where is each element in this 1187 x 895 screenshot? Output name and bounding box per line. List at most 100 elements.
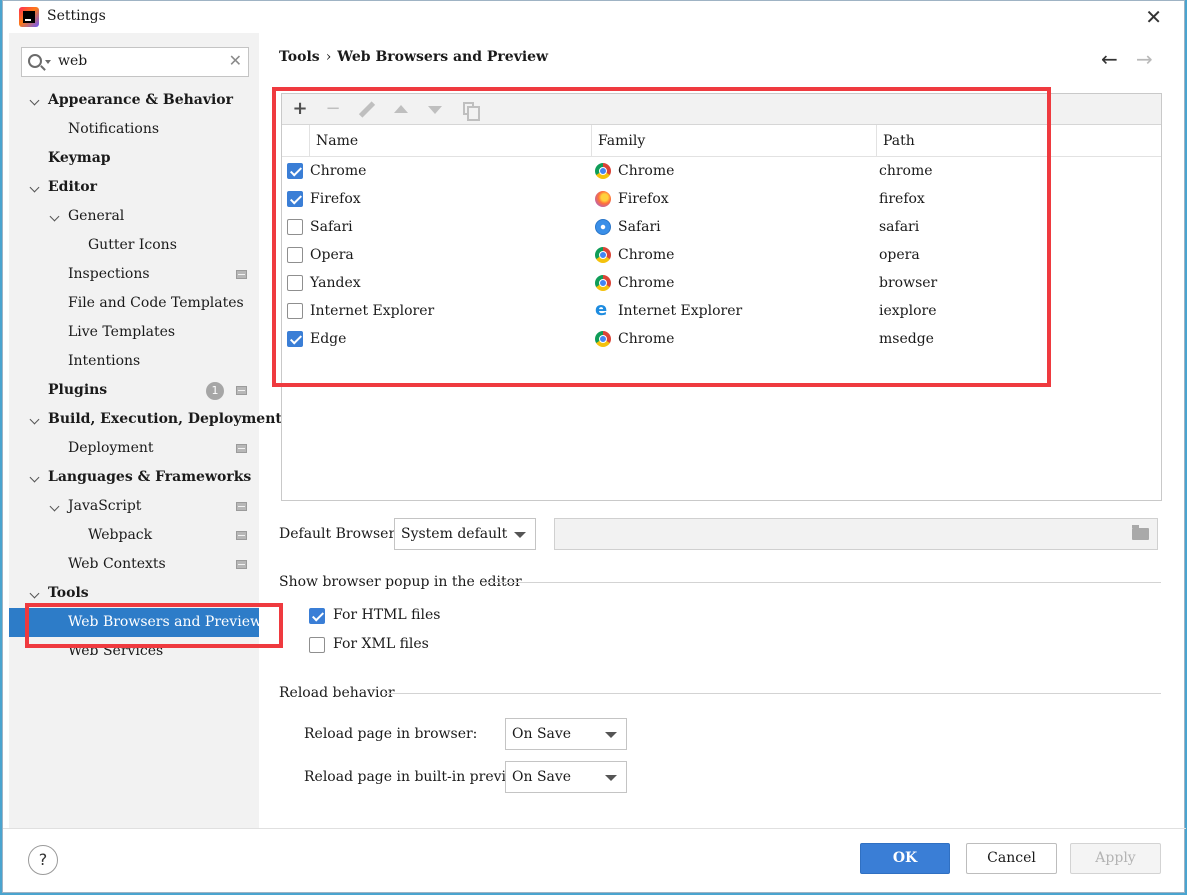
sidebar-item-label: Live Templates — [68, 324, 176, 340]
browser-active-checkbox[interactable] — [287, 163, 303, 179]
browser-path-cell[interactable]: opera — [879, 241, 920, 269]
browser-family-cell[interactable]: Firefox — [618, 185, 669, 213]
browser-path-cell[interactable]: iexplore — [879, 297, 937, 325]
browser-name-cell[interactable]: Firefox — [310, 185, 361, 213]
browser-family-cell[interactable]: Chrome — [618, 325, 674, 353]
column-header-name[interactable]: Name — [310, 125, 592, 157]
chevron-down-icon[interactable] — [29, 414, 40, 425]
chevron-down-icon[interactable] — [29, 182, 40, 193]
browsers-table: + − Name Family Path Chrome Chrome chrome F… — [281, 93, 1162, 501]
sidebar-item-label: Appearance & Behavior — [48, 92, 234, 108]
browser-active-checkbox[interactable] — [287, 191, 303, 207]
remove-icon: − — [325, 98, 341, 119]
sidebar-item-label: Languages & Frameworks — [48, 469, 252, 485]
for-xml-files-label[interactable]: For XML files — [333, 636, 429, 652]
table-row[interactable]: Opera Chrome opera — [282, 241, 1161, 269]
sidebar-item-keymap[interactable]: Keymap — [9, 144, 259, 173]
move-down-icon — [423, 97, 447, 121]
edit-pencil-icon — [355, 97, 379, 121]
sidebar-item-webpack[interactable]: Webpack — [9, 521, 259, 550]
for-html-files-label[interactable]: For HTML files — [333, 607, 440, 623]
ok-button[interactable]: OK — [860, 843, 950, 874]
close-icon[interactable]: ✕ — [1145, 5, 1162, 29]
sidebar-item-label: Keymap — [48, 150, 111, 166]
browser-path-cell[interactable]: msedge — [879, 325, 934, 353]
reload-browser-select[interactable]: On Save — [505, 718, 627, 750]
back-arrow-icon[interactable]: ← — [1101, 47, 1118, 71]
sidebar-item-general[interactable]: General — [9, 202, 259, 231]
search-input[interactable]: web ✕ — [21, 47, 249, 77]
column-header-path[interactable]: Path — [877, 125, 1161, 157]
browser-family-cell[interactable]: Chrome — [618, 269, 674, 297]
search-icon — [28, 54, 42, 68]
help-button[interactable]: ? — [28, 845, 58, 875]
for-xml-files-checkbox[interactable] — [309, 637, 325, 653]
table-toolbar: + − — [282, 94, 1161, 125]
sidebar-item-javascript[interactable]: JavaScript — [9, 492, 259, 521]
browser-family-cell[interactable]: Safari — [618, 213, 661, 241]
sidebar-item-web-browsers-and-preview[interactable]: Web Browsers and Preview — [9, 608, 262, 637]
browser-active-checkbox[interactable] — [287, 247, 303, 263]
chevron-down-icon[interactable] — [45, 60, 51, 64]
table-row[interactable]: Edge Chrome msedge — [282, 325, 1161, 353]
sidebar-item-intentions[interactable]: Intentions — [9, 347, 259, 376]
cancel-button[interactable]: Cancel — [966, 843, 1057, 874]
chevron-down-icon[interactable] — [29, 95, 40, 106]
column-header-family[interactable]: Family — [592, 125, 877, 157]
browser-name-cell[interactable]: Chrome — [310, 157, 366, 185]
sidebar-item-label: Plugins — [48, 382, 108, 398]
browser-path-cell[interactable]: safari — [879, 213, 919, 241]
sidebar-item-label: General — [68, 208, 125, 224]
sidebar-item-editor[interactable]: Editor — [9, 173, 259, 202]
reload-preview-select[interactable]: On Save — [505, 761, 627, 793]
browser-path-cell[interactable]: firefox — [879, 185, 925, 213]
sidebar-item-label: Build, Execution, Deployment — [48, 411, 282, 427]
reload-browser-label: Reload page in browser: — [304, 726, 478, 742]
sidebar-item-live-templates[interactable]: Live Templates — [9, 318, 259, 347]
default-browser-select[interactable]: System default — [394, 518, 536, 550]
browser-name-cell[interactable]: Internet Explorer — [310, 297, 434, 325]
sidebar-item-web-contexts[interactable]: Web Contexts — [9, 550, 259, 579]
sidebar-item-languages-frameworks[interactable]: Languages & Frameworks — [9, 463, 259, 492]
browser-name-cell[interactable]: Opera — [310, 241, 354, 269]
sidebar-item-appearance-behavior[interactable]: Appearance & Behavior — [9, 86, 259, 115]
for-html-files-checkbox[interactable] — [309, 608, 325, 624]
browser-family-cell[interactable]: Chrome — [618, 241, 674, 269]
browser-active-checkbox[interactable] — [287, 219, 303, 235]
browser-name-cell[interactable]: Safari — [310, 213, 353, 241]
browser-name-cell[interactable]: Edge — [310, 325, 346, 353]
sidebar-item-tools[interactable]: Tools — [9, 579, 259, 608]
chrome-icon — [595, 275, 611, 291]
table-row[interactable]: Firefox Firefox firefox — [282, 185, 1161, 213]
browser-active-checkbox[interactable] — [287, 275, 303, 291]
table-row[interactable]: Internet Explorer e Internet Explorer iexpl… — [282, 297, 1161, 325]
sidebar-item-inspections[interactable]: Inspections — [9, 260, 259, 289]
table-row[interactable]: Yandex Chrome browser — [282, 269, 1161, 297]
chevron-down-icon[interactable] — [29, 588, 40, 599]
chevron-down-icon[interactable] — [29, 472, 40, 483]
browser-name-cell[interactable]: Yandex — [310, 269, 361, 297]
sidebar-item-gutter-icons[interactable]: Gutter Icons — [9, 231, 259, 260]
browser-active-checkbox[interactable] — [287, 303, 303, 319]
sidebar-item-file-and-code-templates[interactable]: File and Code Templates — [9, 289, 259, 318]
chevron-down-icon[interactable] — [49, 211, 60, 222]
table-row[interactable]: Chrome Chrome chrome — [282, 157, 1161, 185]
search-input-value[interactable]: web — [58, 53, 87, 69]
sidebar-item-notifications[interactable]: Notifications — [9, 115, 259, 144]
chevron-down-icon[interactable] — [49, 501, 60, 512]
browser-family-cell[interactable]: Internet Explorer — [618, 297, 742, 325]
browser-path-cell[interactable]: chrome — [879, 157, 933, 185]
browser-active-checkbox[interactable] — [287, 331, 303, 347]
breadcrumb-parent[interactable]: Tools — [279, 49, 320, 65]
title-bar: Settings ✕ — [3, 1, 1184, 33]
add-icon[interactable]: + — [288, 97, 312, 121]
browser-path-cell[interactable]: browser — [879, 269, 937, 297]
table-row[interactable]: Safari Safari safari — [282, 213, 1161, 241]
sidebar-item-deployment[interactable]: Deployment — [9, 434, 259, 463]
browser-family-cell[interactable]: Chrome — [618, 157, 674, 185]
sidebar-item-build-execution-deployment[interactable]: Build, Execution, Deployment — [9, 405, 282, 434]
sidebar-item-plugins[interactable]: Plugins 1 — [9, 376, 259, 405]
sidebar-item-label: Inspections — [68, 266, 150, 282]
sidebar-item-web-services[interactable]: Web Services — [9, 637, 259, 666]
clear-search-icon[interactable]: ✕ — [229, 51, 242, 70]
